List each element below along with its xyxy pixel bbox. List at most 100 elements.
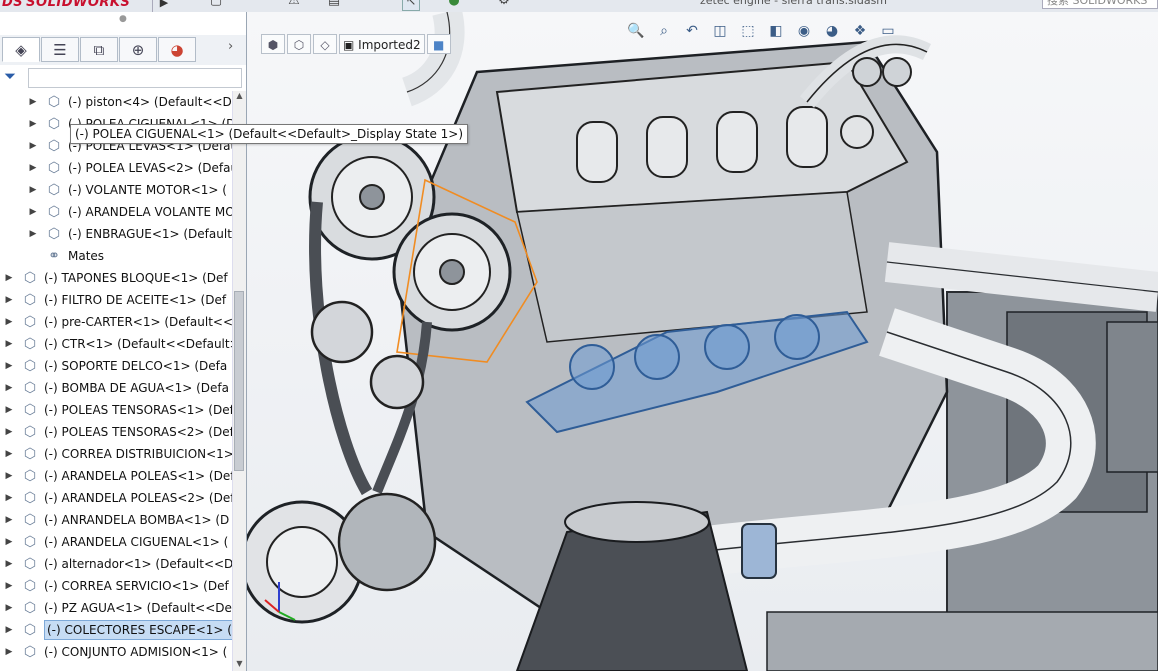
zoom-to-fit-icon[interactable]: 🔍 xyxy=(625,20,647,42)
tree-row[interactable]: ▶ ⬡ (-) CONJUNTO ADMISION<1> ( xyxy=(0,641,232,663)
tree-row[interactable]: ▶ ⬡ (-) PZ AGUA<1> (Default<<Def xyxy=(0,597,232,619)
property-manager-tab[interactable]: ☰ xyxy=(41,37,79,62)
tree-row[interactable]: ▶ ⬡ (-) alternador<1> (Default<<De xyxy=(0,553,232,575)
tree-row[interactable]: ▶ ⬡ (-) POLEAS TENSORAS<1> (Def xyxy=(0,399,232,421)
expand-arrow-icon[interactable]: ▶ xyxy=(4,465,14,487)
expand-arrow-icon[interactable]: ▶ xyxy=(4,531,14,553)
dimxpert-tab[interactable]: ⊕ xyxy=(119,37,157,62)
expand-arrow-icon[interactable]: ▶ xyxy=(4,597,14,619)
expand-arrow-icon[interactable]: ▶ xyxy=(28,135,38,157)
expand-arrow-icon[interactable]: ▶ xyxy=(28,113,38,135)
scroll-down-icon[interactable]: ▼ xyxy=(233,659,246,671)
tree-row[interactable]: ▶ ⬡ (-) TAPONES BLOQUE<1> (Def xyxy=(0,267,232,289)
gear-icon[interactable]: ⚙ xyxy=(496,0,512,9)
section-view-icon[interactable]: ◫ xyxy=(709,20,731,42)
part-icon: ⬡ xyxy=(23,402,37,418)
tree-row[interactable]: ▶ ⬡ (-) COLECTORES ESCAPE<1> (D xyxy=(0,619,232,641)
part-icon: ⬡ xyxy=(47,160,61,176)
configuration-manager-tab[interactable]: ⧉ xyxy=(80,37,118,62)
tree-row[interactable]: ▶ ⬡ (-) SOPORTE DELCO<1> (Defa xyxy=(0,355,232,377)
help-search-input[interactable]: 搜索 SOLIDWORKS xyxy=(1042,0,1158,9)
filter-icon[interactable]: ⏷ xyxy=(4,67,16,85)
tree-row-label: (-) CONJUNTO ADMISION<1> ( xyxy=(44,645,228,659)
hide-show-icon[interactable]: ◉ xyxy=(793,20,815,42)
tree-row[interactable]: ▶ ⬡ (-) VOLANTE MOTOR<1> ( xyxy=(0,179,232,201)
print-icon[interactable]: ▤ xyxy=(326,0,342,9)
expand-arrow-icon[interactable]: ▶ xyxy=(4,399,14,421)
tree-row[interactable]: ▶ ⬡ (-) BOMBA DE AGUA<1> (Defa xyxy=(0,377,232,399)
tree-row[interactable]: ▶ ⬡ (-) piston<4> (Default<<De xyxy=(0,91,232,113)
zoom-area-icon[interactable]: ⌕ xyxy=(653,20,675,42)
tree-row[interactable]: ▶ ⬡ (-) CTR<1> (Default<<Default> xyxy=(0,333,232,355)
expand-arrow-icon[interactable]: ▶ xyxy=(4,311,14,333)
tree-row[interactable]: ▶ ⬡ (-) ARANDELA POLEAS<2> (Def xyxy=(0,487,232,509)
expand-arrow-icon[interactable]: ▶ xyxy=(4,443,14,465)
chevron-right-icon[interactable]: › xyxy=(228,39,233,54)
expand-arrow-icon[interactable]: ▶ xyxy=(4,575,14,597)
tree-row[interactable]: ▶ ⬡ (-) ARANDELA VOLANTE MO xyxy=(0,201,232,223)
part-icon: ⬡ xyxy=(23,380,37,396)
tree-row[interactable]: ▶ ⬡ (-) pre-CARTER<1> (Default<< xyxy=(0,311,232,333)
scroll-up-icon[interactable]: ▲ xyxy=(233,91,246,103)
breadcrumb-item[interactable]: ■ xyxy=(426,34,451,54)
tree-row[interactable]: ▶ ⬡ (-) CORREA DISTRIBUICION<1> xyxy=(0,443,232,465)
display-manager-tab[interactable]: ◕ xyxy=(158,37,196,62)
tree-scrollbar[interactable]: ▲ ▼ xyxy=(232,91,246,671)
expand-arrow-icon[interactable]: ▶ xyxy=(4,641,14,663)
display-style-icon[interactable]: ◧ xyxy=(765,20,787,42)
expand-arrow-icon[interactable]: ▶ xyxy=(28,223,38,245)
tree-row[interactable]: ▶ ⬡ (-) FILTRO DE ACEITE<1> (Def xyxy=(0,289,232,311)
expand-arrow-icon[interactable]: ▶ xyxy=(4,421,14,443)
expand-arrow-icon[interactable]: ▶ xyxy=(28,179,38,201)
tree-row-label: (-) FILTRO DE ACEITE<1> (Def xyxy=(44,293,227,307)
view-orientation-icon[interactable]: ⬚ xyxy=(737,20,759,42)
expand-arrow-icon[interactable]: ▶ xyxy=(4,553,14,575)
heads-up-view-toolbar: 🔍 ⌕ ↶ ◫ ⬚ ◧ ◉ ◕ ❖ ▭ xyxy=(625,20,899,42)
breadcrumb-item[interactable]: ⬢ xyxy=(261,34,285,54)
new-icon[interactable]: ▢ xyxy=(208,0,224,9)
view-settings-icon[interactable]: ▭ xyxy=(877,20,899,42)
engine-model-render[interactable] xyxy=(247,12,1158,671)
tree-filter-input[interactable] xyxy=(28,68,242,88)
expand-arrow-icon[interactable]: ▶ xyxy=(4,487,14,509)
logo-prefix: DS xyxy=(2,0,24,10)
expand-arrow-icon[interactable]: ▶ xyxy=(4,355,14,377)
select-pointer-icon[interactable]: ↖ xyxy=(402,0,420,11)
expand-arrow-icon[interactable]: ▶ xyxy=(28,91,38,113)
part-icon: ⬡ xyxy=(23,292,37,308)
expand-arrow-icon[interactable]: ▶ xyxy=(4,289,14,311)
feature-tree-tab[interactable]: ◈ xyxy=(2,37,40,62)
tree-row[interactable]: ▶ ⬡ (-) ENBRAGUE<1> (Default xyxy=(0,223,232,245)
expand-arrow-icon[interactable]: ▶ xyxy=(4,267,14,289)
expand-arrow-icon[interactable]: ▶ xyxy=(28,157,38,179)
tree-row[interactable]: ▶ ⬡ (-) CORREA SERVICIO<1> (Def xyxy=(0,575,232,597)
graphics-viewport[interactable]: ⬢ ⬡ ◇ ▣ Imported2 ■ 🔍 ⌕ ↶ ◫ ⬚ ◧ ◉ ◕ ❖ ▭ xyxy=(247,12,1158,671)
menu-expand-icon[interactable]: ▶ xyxy=(152,0,175,12)
tree-row[interactable]: ⚭ Mates xyxy=(0,245,232,267)
manager-tabs: ◈ ☰ ⧉ ⊕ ◕ › xyxy=(0,35,246,66)
tree-row-label: (-) ARANDELA POLEAS<2> (Def xyxy=(44,491,232,505)
tree-row[interactable]: ▶ ⬡ (-) POLEAS TENSORAS<2> (Def xyxy=(0,421,232,443)
warning-icon[interactable]: ⚠ xyxy=(286,0,302,9)
expand-arrow-icon[interactable]: ▶ xyxy=(4,333,14,355)
expand-arrow-icon[interactable]: ▶ xyxy=(4,377,14,399)
edit-appearance-icon[interactable]: ◕ xyxy=(821,20,843,42)
breadcrumb-item[interactable]: ▣ Imported2 xyxy=(339,34,425,54)
apply-scene-icon[interactable]: ❖ xyxy=(849,20,871,42)
tree-row-label: (-) CTR<1> (Default<<Default> xyxy=(44,337,232,351)
breadcrumb-item[interactable]: ◇ xyxy=(313,34,337,54)
tree-row[interactable]: ▶ ⬡ (-) ARANDELA POLEAS<1> (Def xyxy=(0,465,232,487)
tree-row[interactable]: ▶ ⬡ (-) ANRANDELA BOMBA<1> (D xyxy=(0,509,232,531)
expand-arrow-icon[interactable]: ▶ xyxy=(4,509,14,531)
expand-arrow-icon[interactable]: ▶ xyxy=(4,619,14,641)
panel-grip-icon[interactable]: ● xyxy=(119,14,127,24)
breadcrumb-item[interactable]: ⬡ xyxy=(287,34,311,54)
solidworks-logo[interactable]: DS SOLIDWORKS xyxy=(2,0,130,12)
traffic-light-icon[interactable]: ● xyxy=(446,0,462,9)
imported-icon: ▣ xyxy=(343,38,355,52)
scroll-thumb[interactable] xyxy=(234,291,244,471)
tree-row[interactable]: ▶ ⬡ (-) POLEA LEVAS<2> (Defau xyxy=(0,157,232,179)
tree-row[interactable]: ▶ ⬡ (-) ARANDELA CIGUENAL<1> ( xyxy=(0,531,232,553)
previous-view-icon[interactable]: ↶ xyxy=(681,20,703,42)
expand-arrow-icon[interactable]: ▶ xyxy=(28,201,38,223)
